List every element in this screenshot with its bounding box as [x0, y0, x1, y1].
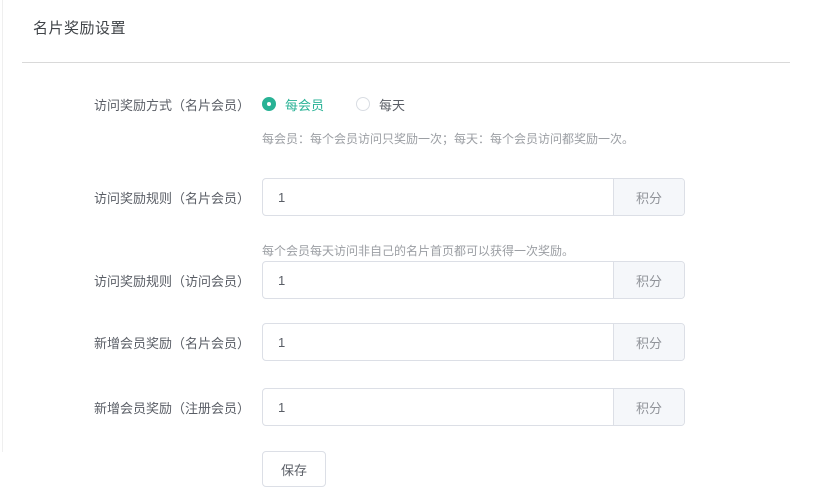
- field-label: 访问奖励规则（名片会员）: [0, 188, 250, 207]
- save-button[interactable]: 保存: [262, 451, 326, 487]
- unit-suffix: 积分: [613, 324, 684, 360]
- points-input[interactable]: [263, 179, 613, 215]
- radio-option-label[interactable]: 每天: [379, 95, 405, 114]
- form-row-visit-rule-visitor-member: 访问奖励规则（访问会员） 积分: [0, 261, 690, 299]
- form-row-new-member-registered-member: 新增会员奖励（注册会员） 积分: [0, 388, 690, 426]
- form-row-reward-mode: 访问奖励方式（名片会员） 每会员 每天: [0, 96, 690, 112]
- reward-mode-radio-group: 每会员 每天: [262, 95, 405, 114]
- page-title: 名片奖励设置: [33, 17, 126, 38]
- points-input-group: 积分: [262, 388, 685, 426]
- field-label: 新增会员奖励（注册会员）: [0, 398, 250, 417]
- radio-unselected-icon[interactable]: [356, 97, 370, 111]
- points-input[interactable]: [263, 389, 613, 425]
- radio-option-label[interactable]: 每会员: [285, 95, 324, 114]
- reward-mode-label: 访问奖励方式（名片会员）: [0, 95, 250, 114]
- unit-suffix: 积分: [613, 179, 684, 215]
- panel-left-border: [2, 0, 3, 452]
- field-label: 新增会员奖励（名片会员）: [0, 333, 250, 352]
- points-input-group: 积分: [262, 261, 685, 299]
- radio-selected-icon[interactable]: [262, 97, 276, 111]
- points-input[interactable]: [263, 324, 613, 360]
- visit-rule-help-text: 每个会员每天访问非自己的名片首页都可以获得一次奖励。: [262, 242, 574, 259]
- form-row-visit-rule-card-member: 访问奖励规则（名片会员） 积分: [0, 178, 690, 216]
- points-input-group: 积分: [262, 178, 685, 216]
- form-row-new-member-card-member: 新增会员奖励（名片会员） 积分: [0, 323, 690, 361]
- radio-option-per-member[interactable]: 每会员: [262, 95, 324, 114]
- field-label: 访问奖励规则（访问会员）: [0, 271, 250, 290]
- unit-suffix: 积分: [613, 389, 684, 425]
- points-input[interactable]: [263, 262, 613, 298]
- settings-page: 名片奖励设置 访问奖励方式（名片会员） 每会员 每天 每会员：每个会员访问只奖励…: [0, 0, 820, 490]
- radio-option-per-day[interactable]: 每天: [356, 95, 405, 114]
- points-input-group: 积分: [262, 323, 685, 361]
- reward-mode-help-text: 每会员：每个会员访问只奖励一次；每天：每个会员访问都奖励一次。: [262, 130, 634, 147]
- unit-suffix: 积分: [613, 262, 684, 298]
- title-divider: [22, 62, 790, 63]
